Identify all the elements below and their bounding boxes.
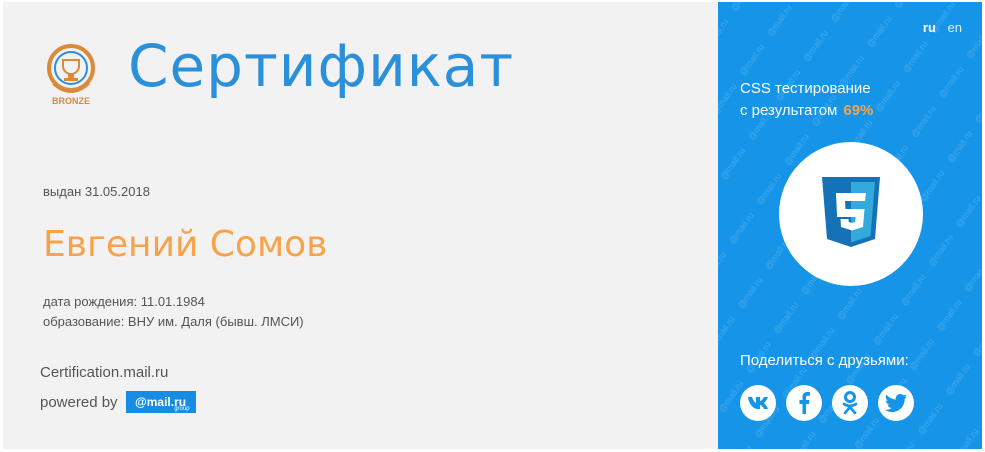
powered-by: powered by @mail.ru group [40, 391, 196, 413]
recipient-name: Евгений Сомов [43, 224, 328, 265]
test-name: CSS тестирование [740, 80, 871, 97]
css3-icon [822, 177, 880, 247]
lang-en[interactable]: en [948, 20, 962, 35]
certificate-main: BRONZE Сертификат выдан 31.05.2018 Евген… [3, 2, 718, 449]
certificate-card: BRONZE Сертификат выдан 31.05.2018 Евген… [3, 2, 982, 449]
bronze-badge: BRONZE [43, 40, 99, 110]
twitter-icon [885, 394, 907, 412]
vk-icon [748, 397, 768, 409]
twitter-share-button[interactable] [878, 385, 914, 421]
mailru-group-logo[interactable]: @mail.ru group [125, 391, 196, 413]
language-switcher: ru en [915, 20, 962, 35]
lang-ru[interactable]: ru [923, 20, 936, 35]
social-share-buttons [740, 385, 914, 421]
svg-text:BRONZE: BRONZE [52, 96, 90, 106]
odnoklassniki-share-button[interactable] [832, 385, 868, 421]
score: 69% [843, 102, 874, 119]
recipient-details: дата рождения: 11.01.1984 образование: В… [43, 292, 304, 332]
facebook-icon [799, 392, 810, 414]
test-result: CSS тестирование с результатом 69% [740, 78, 873, 122]
education: образование: ВНУ им. Даля (бывш. ЛМСИ) [43, 314, 304, 329]
result-label: с результатом [740, 102, 838, 119]
issue-date: выдан 31.05.2018 [43, 184, 150, 199]
certificate-title: Сертификат [128, 32, 515, 100]
share-label: Поделиться с друзьями: [740, 352, 909, 369]
certification-site-link[interactable]: Certification.mail.ru [40, 364, 168, 381]
result-panel: @mail.ru ru en CSS тестирование с резуль… [718, 2, 982, 449]
powered-by-label: powered by [40, 393, 118, 411]
birth-date: дата рождения: 11.01.1984 [43, 294, 205, 309]
facebook-share-button[interactable] [786, 385, 822, 421]
css3-logo-circle [779, 142, 923, 286]
odnoklassniki-icon [842, 391, 858, 415]
vk-share-button[interactable] [740, 385, 776, 421]
